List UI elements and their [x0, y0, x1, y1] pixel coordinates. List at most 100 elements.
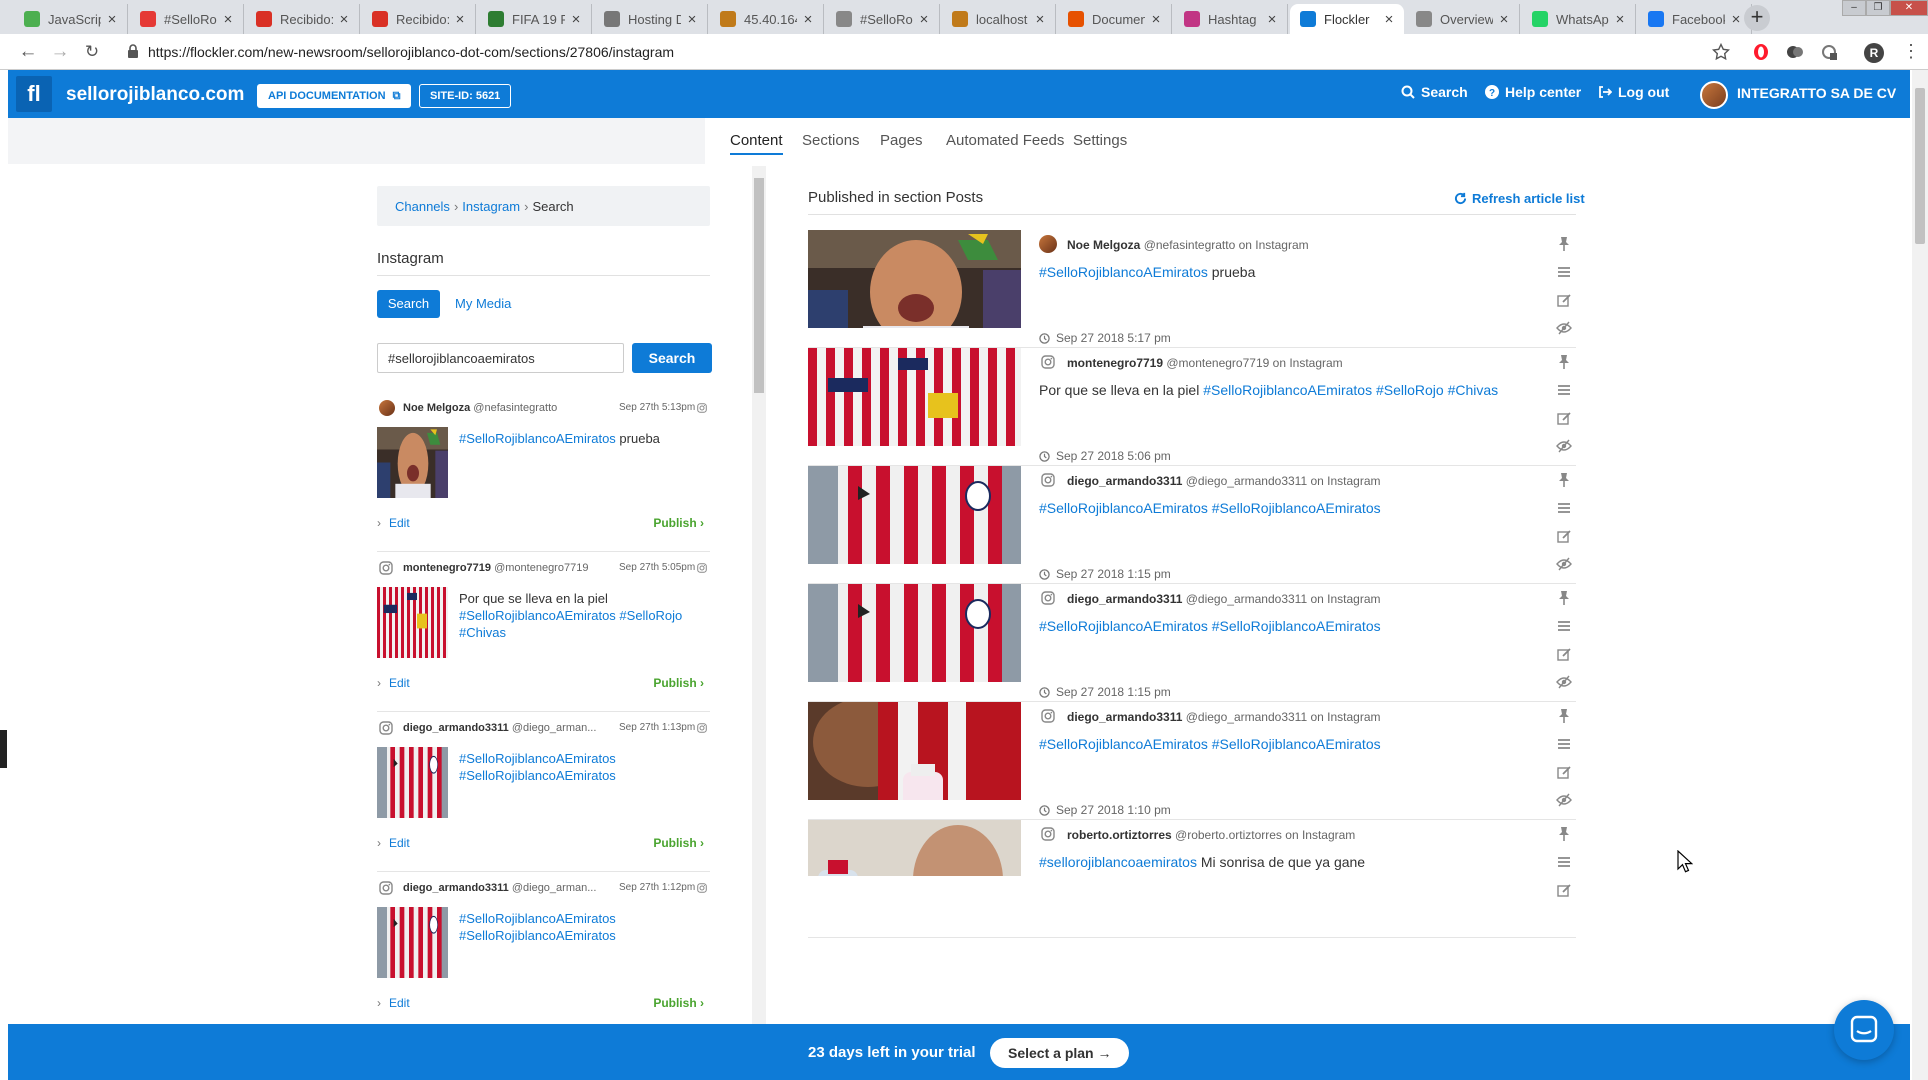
edit-link[interactable]: › Edit: [377, 996, 410, 1010]
article-thumbnail[interactable]: [808, 230, 1021, 328]
browser-tab[interactable]: Recibido: ×: [362, 4, 476, 34]
hide-icon[interactable]: [1556, 792, 1572, 808]
breadcrumb-channels[interactable]: Channels: [395, 199, 450, 214]
opera-icon[interactable]: [1752, 43, 1770, 61]
publish-link[interactable]: Publish ›: [653, 516, 704, 530]
pin-icon[interactable]: [1556, 826, 1572, 842]
article-hashtags[interactable]: #SelloRojiblancoAEmiratos: [1039, 264, 1208, 280]
close-tab-icon[interactable]: ×: [453, 11, 467, 28]
article-thumbnail[interactable]: [808, 348, 1021, 446]
browser-tab[interactable]: 45.40.164 ×: [710, 4, 824, 34]
result-hashtags[interactable]: #SelloRojiblancoAEmiratos: [459, 431, 616, 446]
browser-tab[interactable]: localhost ×: [942, 4, 1056, 34]
close-tab-icon[interactable]: ×: [1613, 11, 1627, 28]
edit-link[interactable]: › Edit: [377, 676, 410, 690]
extension-icon[interactable]: [1786, 43, 1804, 61]
article-hashtags[interactable]: #SelloRojiblancoAEmiratos #SelloRojo #Ch…: [1203, 382, 1498, 398]
close-tab-icon[interactable]: ×: [1265, 11, 1279, 28]
browser-tab[interactable]: JavaScrip ×: [14, 4, 128, 34]
browser-tab[interactable]: Recibido: ×: [246, 4, 360, 34]
tab-pages[interactable]: Pages: [880, 132, 923, 149]
chat-launcher-button[interactable]: [1834, 1000, 1894, 1060]
tab-settings[interactable]: Settings: [1073, 132, 1127, 149]
browser-tab[interactable]: Flockler ×: [1290, 4, 1404, 34]
search-submit-button[interactable]: Search: [632, 343, 712, 373]
edit-link[interactable]: › Edit: [377, 516, 410, 530]
article-thumbnail[interactable]: [808, 820, 1021, 876]
edit-icon[interactable]: [1556, 764, 1572, 780]
account-name[interactable]: INTEGRATTO SA DE CV: [1737, 85, 1896, 101]
browser-tab[interactable]: Facebook ×: [1638, 4, 1752, 34]
extension-gear-icon[interactable]: [1820, 43, 1838, 61]
article-hashtags[interactable]: #SelloRojiblancoAEmiratos #SelloRojiblan…: [1039, 500, 1381, 516]
drag-handle-icon[interactable]: [1556, 264, 1572, 280]
close-tab-icon[interactable]: ×: [1149, 11, 1163, 28]
browser-tab[interactable]: FIFA 19 P ×: [478, 4, 592, 34]
result-user[interactable]: montenegro7719 @montenegro7719: [403, 562, 588, 574]
hide-icon[interactable]: [1556, 674, 1572, 690]
pin-icon[interactable]: [1556, 708, 1572, 724]
page-scrollbar[interactable]: [1912, 70, 1928, 1080]
result-hashtags[interactable]: #SelloRojiblancoAEmiratos #SelloRojiblan…: [459, 751, 616, 783]
refresh-article-list-link[interactable]: Refresh article list: [1454, 191, 1585, 206]
account-avatar[interactable]: [1700, 81, 1728, 109]
minimize-button[interactable]: –: [1842, 0, 1866, 16]
article-author[interactable]: montenegro7719 @montenegro7719 on Instag…: [1067, 356, 1343, 370]
close-tab-icon[interactable]: ×: [1729, 11, 1743, 28]
edit-icon[interactable]: [1556, 292, 1572, 308]
article-hashtags[interactable]: #SelloRojiblancoAEmiratos #SelloRojiblan…: [1039, 736, 1381, 752]
hide-icon[interactable]: [1556, 438, 1572, 454]
publish-link[interactable]: Publish ›: [653, 996, 704, 1010]
tab-sections[interactable]: Sections: [802, 132, 860, 149]
edit-icon[interactable]: [1556, 882, 1572, 898]
close-tab-icon[interactable]: ×: [337, 11, 351, 28]
star-icon[interactable]: [1712, 43, 1730, 61]
result-user[interactable]: Noe Melgoza @nefasintegratto: [403, 402, 557, 414]
forward-icon[interactable]: →: [48, 40, 72, 64]
scrollbar-thumb[interactable]: [754, 178, 764, 393]
drag-handle-icon[interactable]: [1556, 382, 1572, 398]
breadcrumb-instagram[interactable]: Instagram: [462, 199, 520, 214]
browser-tab[interactable]: #SelloRo ×: [130, 4, 244, 34]
article-author[interactable]: diego_armando3311 @diego_armando3311 on …: [1067, 710, 1381, 724]
restore-button[interactable]: ❐: [1866, 0, 1890, 16]
close-tab-icon[interactable]: ×: [221, 11, 235, 28]
search-tab-button[interactable]: Search: [377, 290, 440, 318]
result-thumbnail[interactable]: [377, 587, 448, 658]
page-scrollbar-thumb[interactable]: [1915, 88, 1925, 244]
drag-handle-icon[interactable]: [1556, 500, 1572, 516]
result-hashtags[interactable]: #SelloRojiblancoAEmiratos #SelloRojiblan…: [459, 911, 616, 943]
tab-automated-feeds[interactable]: Automated Feeds: [946, 132, 1064, 149]
article-thumbnail[interactable]: [808, 466, 1021, 564]
new-tab-button[interactable]: +: [1744, 5, 1770, 31]
my-media-tab[interactable]: My Media: [455, 296, 511, 311]
close-tab-icon[interactable]: ×: [105, 11, 119, 28]
browser-tab[interactable]: Hashtag ×: [1174, 4, 1288, 34]
edit-icon[interactable]: [1556, 528, 1572, 544]
hide-icon[interactable]: [1556, 320, 1572, 336]
edit-icon[interactable]: [1556, 410, 1572, 426]
result-user[interactable]: diego_armando3311 @diego_arman...: [403, 722, 596, 734]
logout-link[interactable]: Log out: [1598, 84, 1669, 100]
close-tab-icon[interactable]: ×: [1033, 11, 1047, 28]
tab-content[interactable]: Content: [730, 132, 783, 155]
pin-icon[interactable]: [1556, 354, 1572, 370]
browser-tab[interactable]: Overview ×: [1406, 4, 1520, 34]
result-user[interactable]: diego_armando3311 @diego_arman...: [403, 882, 596, 894]
result-thumbnail[interactable]: [377, 747, 448, 818]
browser-tab[interactable]: Documen ×: [1058, 4, 1172, 34]
browser-tab[interactable]: WhatsAp ×: [1522, 4, 1636, 34]
site-id-badge[interactable]: SITE-ID: 5621: [419, 84, 512, 108]
close-tab-icon[interactable]: ×: [801, 11, 815, 28]
browser-tab[interactable]: #SelloRo ×: [826, 4, 940, 34]
close-tab-icon[interactable]: ×: [1382, 11, 1396, 28]
hide-icon[interactable]: [1556, 556, 1572, 572]
close-tab-icon[interactable]: ×: [1497, 11, 1511, 28]
article-hashtags[interactable]: #SelloRojiblancoAEmiratos #SelloRojiblan…: [1039, 618, 1381, 634]
result-thumbnail[interactable]: [377, 907, 448, 978]
article-author[interactable]: diego_armando3311 @diego_armando3311 on …: [1067, 592, 1381, 606]
header-search-link[interactable]: Search: [1401, 84, 1468, 100]
close-tab-icon[interactable]: ×: [569, 11, 583, 28]
pin-icon[interactable]: [1556, 472, 1572, 488]
result-hashtags[interactable]: #SelloRojiblancoAEmiratos #SelloRojo #Ch…: [459, 608, 682, 640]
